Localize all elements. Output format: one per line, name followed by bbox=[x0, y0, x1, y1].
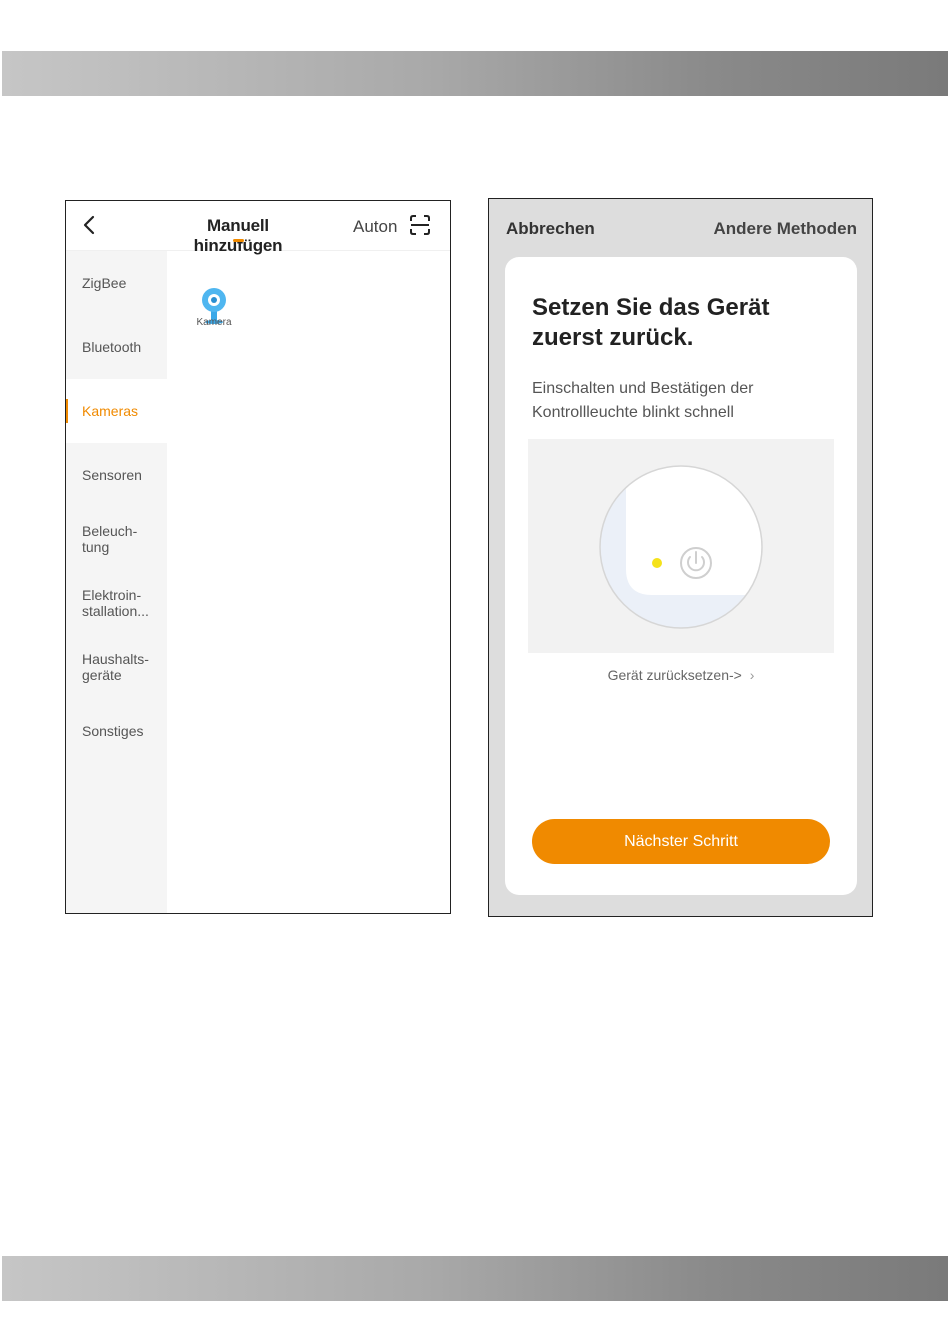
sidebar-item-label: Sensoren bbox=[82, 467, 142, 483]
sidebar-item-electrical[interactable]: Elektroin- stallation... bbox=[66, 571, 167, 635]
reset-device-link-label: Gerät zurücksetzen-> bbox=[607, 667, 742, 683]
reset-heading-line: zuerst zurück. bbox=[532, 324, 694, 351]
device-label: Kamera bbox=[196, 317, 232, 328]
sidebar-item-label: Haushalts- bbox=[82, 651, 149, 667]
reset-heading-line: Setzen Sie das Gerät bbox=[532, 294, 770, 321]
reset-device-screen: Abbrechen Andere Methoden Setzen Sie das… bbox=[488, 198, 873, 917]
sidebar-item-label: Beleuch- bbox=[82, 523, 138, 539]
reset-heading: Setzen Sie das Gerät zuerst zurück. bbox=[532, 293, 832, 353]
active-tab-indicator bbox=[233, 239, 244, 242]
sidebar-item-label: Bluetooth bbox=[82, 339, 142, 355]
other-methods-button[interactable]: Andere Methoden bbox=[713, 219, 857, 239]
sidebar-item-label: geräte bbox=[82, 667, 122, 683]
sidebar-item-label: Sonstiges bbox=[82, 723, 144, 739]
sidebar-item-cameras[interactable]: Kameras bbox=[66, 379, 167, 443]
back-arrow-icon[interactable] bbox=[80, 213, 100, 237]
sidebar-item-lighting[interactable]: Beleuch- tung bbox=[66, 507, 167, 571]
footer-gradient-band bbox=[2, 1256, 948, 1301]
scan-icon[interactable] bbox=[409, 214, 431, 236]
tab-auto-scan[interactable]: Auton bbox=[353, 217, 397, 237]
header-gradient-band bbox=[2, 51, 948, 96]
reset-description: Einschalten und Bestätigen der Kontrolll… bbox=[532, 377, 832, 425]
category-sidebar: ZigBee Bluetooth Kameras Sensoren Beleuc… bbox=[66, 251, 167, 913]
sidebar-item-label: ZigBee bbox=[82, 275, 127, 291]
manual-add-screen: Manuell hinzufügen Auton ZigBee Bluetoot… bbox=[65, 200, 451, 914]
sidebar-item-appliances[interactable]: Haushalts- geräte bbox=[66, 635, 167, 699]
reset-illustration bbox=[528, 439, 834, 653]
reset-description-line: Einschalten und Bestätigen der bbox=[532, 380, 754, 397]
reset-device-link[interactable]: Gerät zurücksetzen-> › bbox=[505, 667, 857, 683]
reset-description-line: Kontrollleuchte blinkt schnell bbox=[532, 404, 734, 421]
manual-add-header: Manuell hinzufügen Auton bbox=[66, 201, 450, 255]
page-title[interactable]: Manuell hinzufügen bbox=[162, 216, 314, 256]
sidebar-item-label: Kameras bbox=[82, 403, 139, 419]
sidebar-item-bluetooth[interactable]: Bluetooth bbox=[66, 315, 167, 379]
sidebar-item-sensors[interactable]: Sensoren bbox=[66, 443, 167, 507]
indicator-led-icon bbox=[652, 558, 662, 568]
sidebar-item-label: Elektroin- bbox=[82, 587, 142, 603]
chevron-right-icon: › bbox=[749, 667, 755, 683]
cancel-button[interactable]: Abbrechen bbox=[506, 219, 595, 239]
device-closeup-illustration bbox=[599, 465, 763, 629]
sidebar-item-label: tung bbox=[82, 539, 110, 555]
next-step-button[interactable]: Nächster Schritt bbox=[532, 819, 830, 864]
reset-card: Setzen Sie das Gerät zuerst zurück. Eins… bbox=[505, 257, 857, 895]
sidebar-item-label: stallation... bbox=[82, 603, 149, 619]
sidebar-item-other[interactable]: Sonstiges bbox=[66, 699, 167, 763]
sidebar-item-zigbee[interactable]: ZigBee bbox=[66, 251, 167, 315]
